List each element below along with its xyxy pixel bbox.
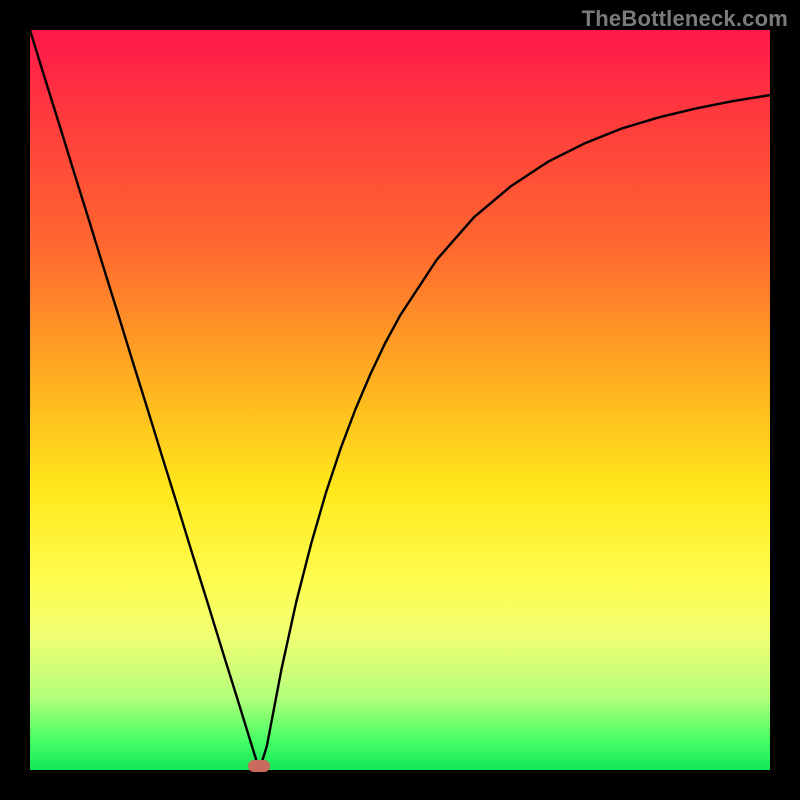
watermark-label: TheBottleneck.com xyxy=(582,6,788,32)
chart-frame: TheBottleneck.com xyxy=(0,0,800,800)
bottleneck-curve xyxy=(30,30,770,770)
plot-area xyxy=(30,30,770,770)
minimum-marker xyxy=(248,760,270,772)
